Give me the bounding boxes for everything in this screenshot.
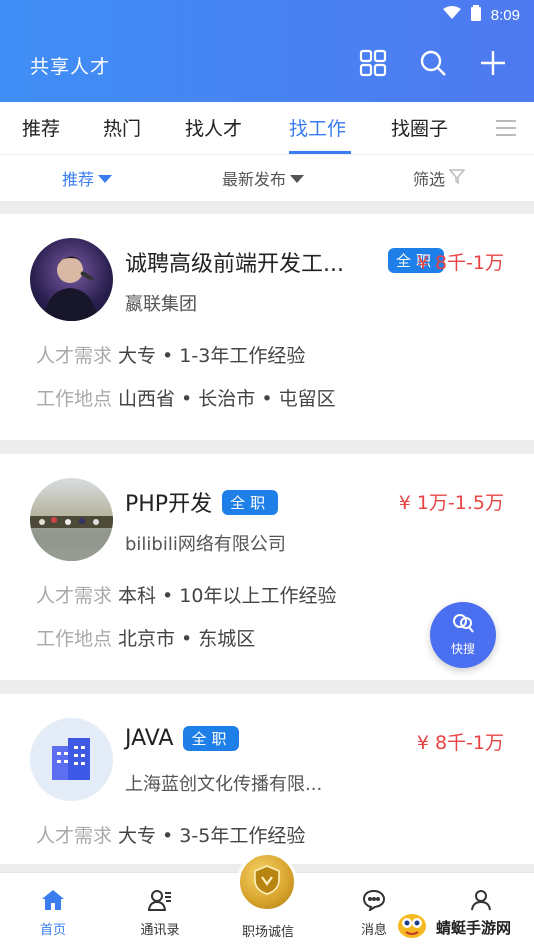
job-type-badge: 全职 [183, 726, 240, 751]
tab-hot[interactable]: 热门 [103, 114, 141, 141]
chat-icon [362, 889, 386, 915]
shield-icon [252, 864, 282, 900]
job-title: 诚聘高级前端开发工... [125, 246, 344, 278]
plus-icon[interactable] [478, 48, 508, 78]
nav-credit-label[interactable]: 职场诚信 [228, 921, 308, 940]
status-bar: 8:09 [442, 4, 520, 26]
home-icon [41, 889, 65, 915]
watermark-text: 蜻蜓手游网 [436, 918, 512, 937]
tab-find-circle[interactable]: 找圈子 [391, 114, 448, 141]
filter-recommend-label: 推荐 [62, 170, 95, 189]
tab-find-job[interactable]: 找工作 [289, 114, 346, 141]
quick-search-label: 快搜 [450, 642, 475, 656]
company-name: 嬴联集团 [125, 294, 197, 315]
filter-screen[interactable]: 筛选 [413, 166, 466, 190]
location-row: 工作地点 北京市 • 东城区 [36, 624, 255, 651]
filter-recommend[interactable]: 推荐 [62, 166, 113, 190]
nav-contacts[interactable]: 通讯录 [120, 889, 200, 938]
requirement-value: 大专 • 1-3年工作经验 [118, 345, 306, 367]
search-icon[interactable] [418, 48, 448, 78]
nav-home-label: 首页 [39, 923, 66, 938]
wifi-icon [442, 6, 461, 24]
credit-badge-button[interactable] [237, 852, 297, 912]
requirement-row: 人才需求 大专 • 1-3年工作经验 [36, 341, 305, 368]
company-avatar [30, 238, 113, 321]
requirement-label: 人才需求 [36, 825, 113, 847]
status-time: 8:09 [490, 6, 520, 24]
watermark: 蜻蜓手游网 [392, 908, 511, 946]
requirement-label: 人才需求 [36, 585, 113, 607]
active-tab-indicator [289, 151, 351, 154]
nav-contacts-label: 通讯录 [140, 923, 180, 938]
dropdown-arrow-icon [98, 175, 113, 183]
requirement-value: 大专 • 3-5年工作经验 [118, 825, 306, 847]
job-title-text: PHP开发 [125, 492, 213, 517]
dragonfly-logo-icon [392, 908, 432, 946]
location-row: 工作地点 山西省 • 长治市 • 屯留区 [36, 384, 336, 411]
job-title: JAVA 全职 [125, 726, 240, 751]
filter-latest-label: 最新发布 [222, 170, 287, 189]
company-avatar [30, 718, 113, 801]
menu-icon[interactable] [494, 118, 518, 142]
category-tabs: 推荐 热门 找人才 找工作 找圈子 [0, 102, 534, 155]
salary: ¥ 1万-1.5万 [398, 492, 504, 514]
job-title: PHP开发 全职 [125, 486, 279, 518]
dropdown-arrow-icon [290, 175, 305, 183]
filter-screen-label: 筛选 [413, 170, 446, 189]
requirement-value: 本科 • 10年以上工作经验 [118, 585, 337, 607]
location-value: 北京市 • 东城区 [118, 628, 256, 650]
location-label: 工作地点 [36, 628, 113, 650]
quick-search-icon [450, 613, 476, 639]
filter-latest[interactable]: 最新发布 [222, 166, 305, 190]
tab-recommend[interactable]: 推荐 [22, 114, 60, 141]
location-value: 山西省 • 长治市 • 屯留区 [118, 388, 336, 410]
location-label: 工作地点 [36, 388, 113, 410]
salary: ¥ 8千-1万 [416, 732, 504, 754]
job-card[interactable]: 诚聘高级前端开发工... 全职 ¥ 8千-1万 嬴联集团 人才需求 大专 • 1-… [0, 214, 534, 440]
tab-find-talent[interactable]: 找人才 [185, 114, 242, 141]
filter-bar: 推荐 最新发布 筛选 [0, 155, 534, 201]
filter-icon [448, 168, 466, 188]
job-type-badge: 全职 [222, 489, 279, 515]
job-card[interactable]: JAVA 全职 ¥ 8千-1万 上海蓝创文化传播有限... 人才需求 大专 • 3… [0, 694, 534, 864]
nav-messages-label: 消息 [360, 923, 387, 938]
grid-icon[interactable] [358, 48, 388, 78]
contacts-icon [147, 889, 172, 915]
building-icon [52, 738, 90, 780]
battery-icon [470, 5, 481, 25]
company-avatar [30, 478, 113, 561]
app-title: 共享人才 [30, 56, 111, 78]
requirement-row: 人才需求 本科 • 10年以上工作经验 [36, 581, 336, 608]
job-title-text: 诚聘高级前端开发工... [125, 252, 344, 277]
job-title-text: JAVA [125, 726, 174, 751]
company-name: 上海蓝创文化传播有限... [125, 774, 323, 795]
quick-search-button[interactable]: 快搜 [430, 602, 496, 668]
requirement-row: 人才需求 大专 • 3-5年工作经验 [36, 821, 305, 848]
nav-home[interactable]: 首页 [13, 889, 93, 938]
company-name: bilibili网络有限公司 [125, 534, 286, 555]
requirement-label: 人才需求 [36, 345, 113, 367]
app-header: 8:09 共享人才 [0, 0, 534, 102]
salary: ¥ 8千-1万 [416, 252, 504, 274]
